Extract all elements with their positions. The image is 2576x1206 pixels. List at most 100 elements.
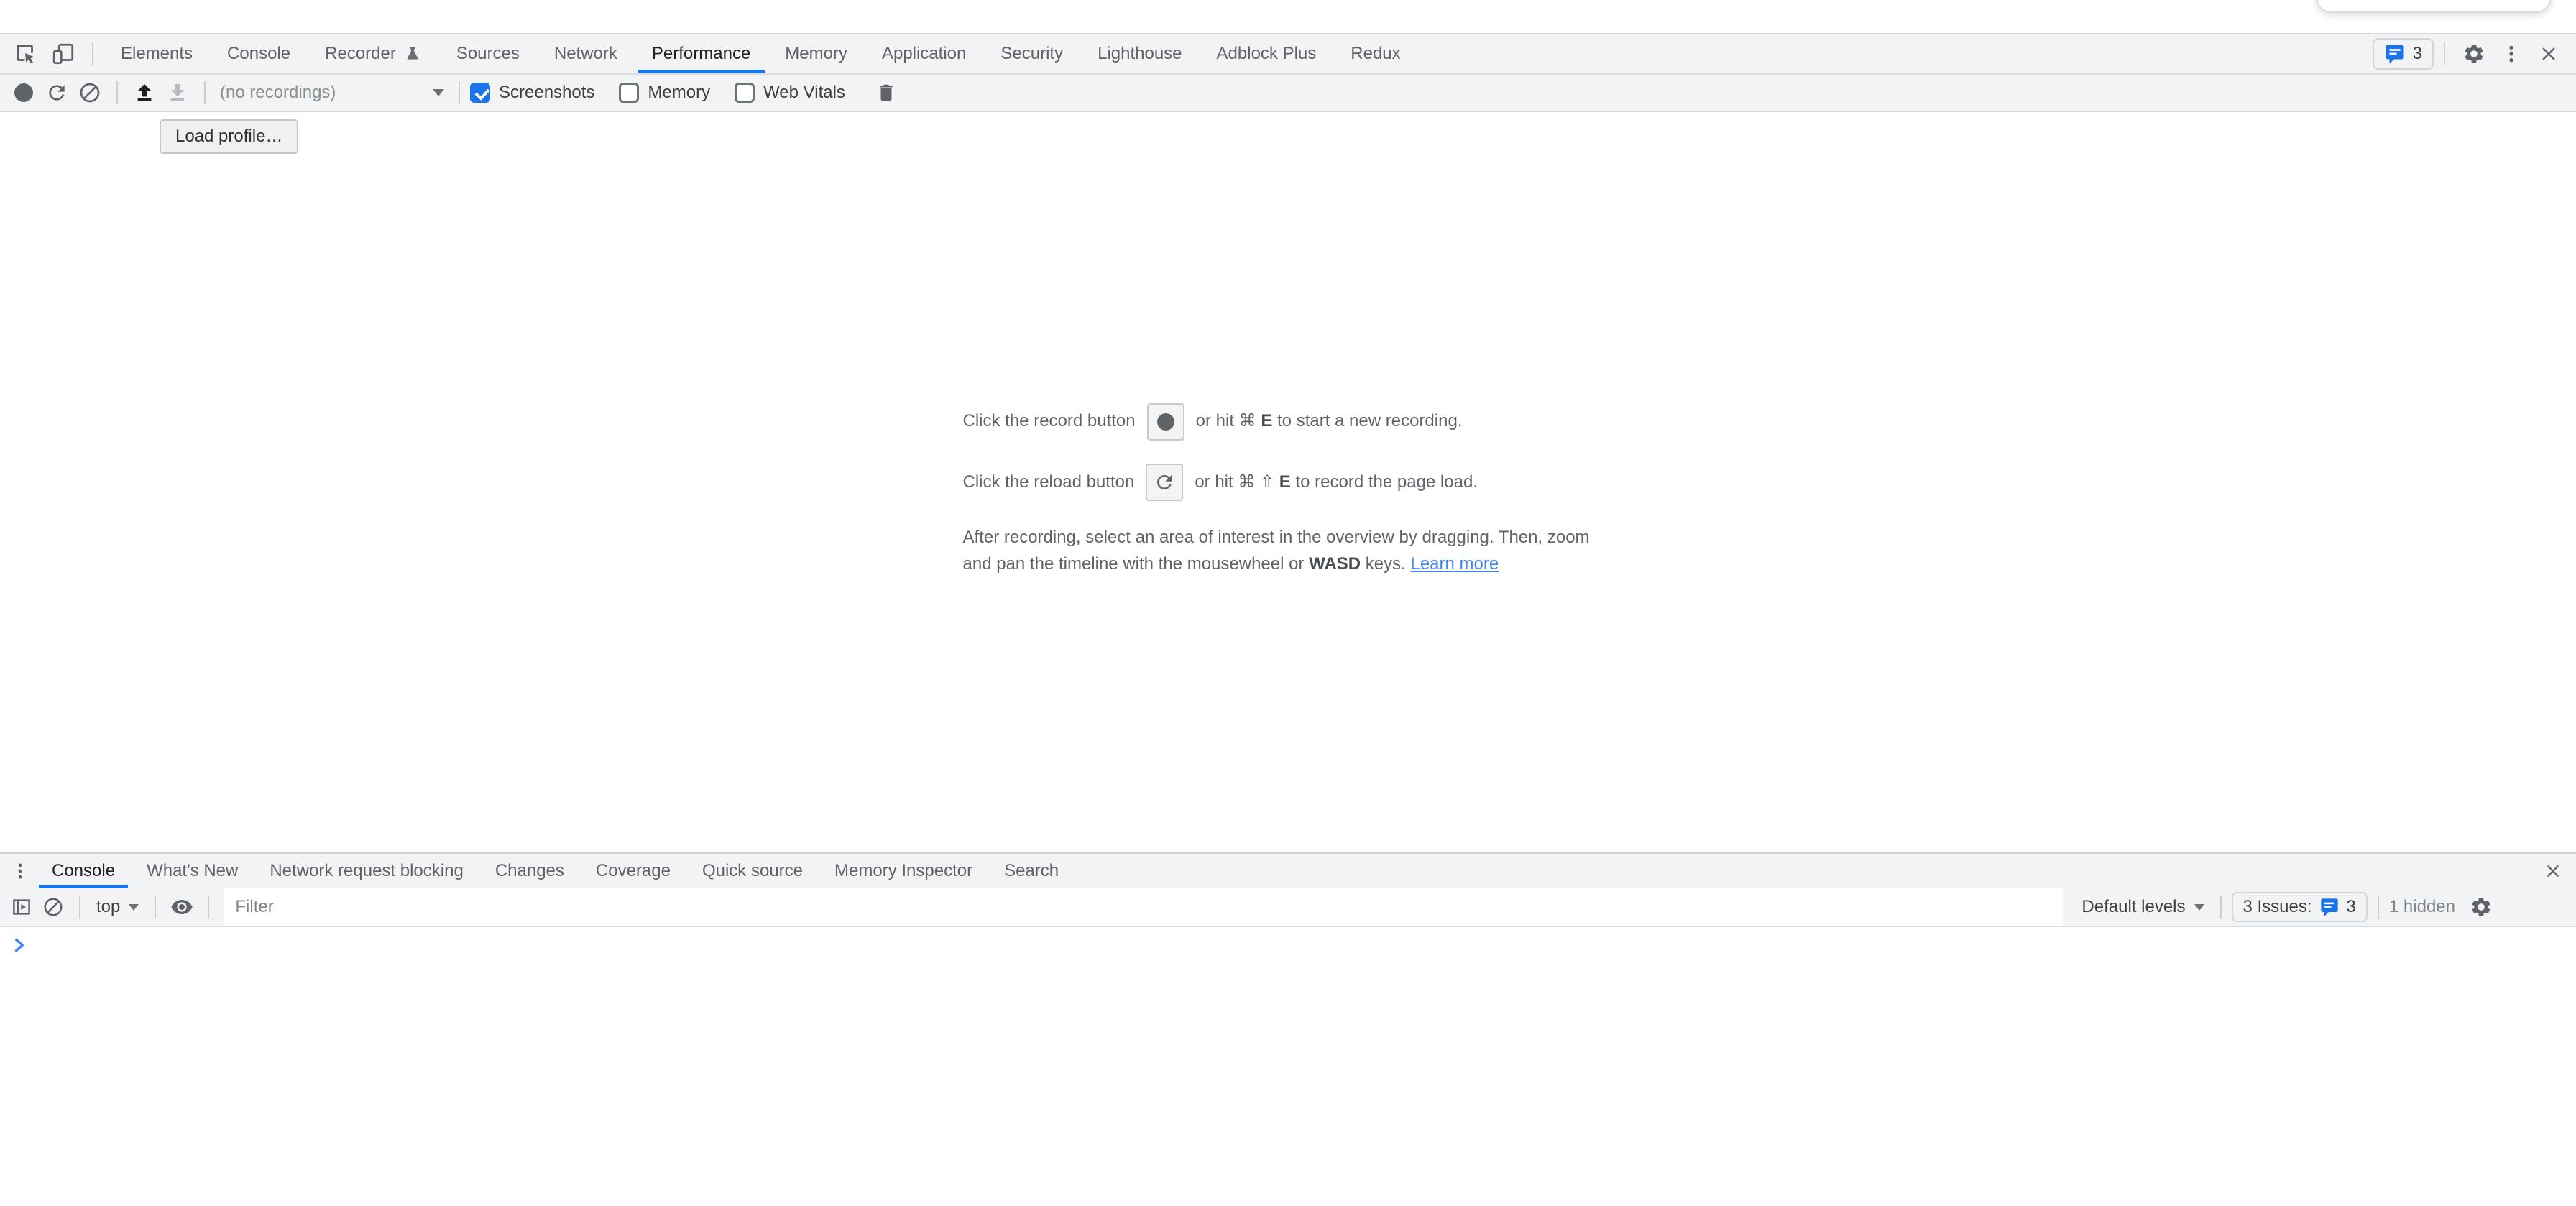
more-menu-icon [2501, 43, 2522, 65]
screenshots-checkbox[interactable]: Screenshots [470, 83, 594, 103]
console-toolbar: top Default levels 3 Issues: 3 [0, 888, 2576, 927]
reload-icon [1154, 471, 1175, 493]
delete-recording-button[interactable] [870, 76, 903, 109]
drawer-tab-changes[interactable]: Changes [479, 854, 580, 888]
eye-icon [170, 896, 193, 919]
issues-icon [2384, 43, 2406, 65]
tab-security[interactable]: Security [983, 34, 1080, 73]
log-levels-value: Default levels [2082, 897, 2185, 917]
separator [79, 896, 80, 919]
checkbox-checked-icon [470, 83, 490, 103]
checkbox-unchecked-icon [735, 83, 755, 103]
dropdown-caret-icon [129, 904, 139, 911]
separator [208, 896, 209, 919]
create-live-expression-button[interactable] [166, 891, 198, 923]
tab-redux[interactable]: Redux [1333, 34, 1417, 73]
inspect-element-button[interactable] [7, 34, 45, 73]
separator [2444, 42, 2445, 65]
clear-icon [78, 81, 101, 104]
drawer-tab-memory-inspector[interactable]: Memory Inspector [819, 854, 988, 888]
drawer-tab-whats-new[interactable]: What's New [131, 854, 254, 888]
issues-count: 3 [2413, 44, 2422, 64]
console-issues-button[interactable]: 3 Issues: 3 [2232, 892, 2368, 922]
tab-adblock-plus[interactable]: Adblock Plus [1200, 34, 1334, 73]
trash-icon [875, 82, 897, 103]
tab-lighthouse[interactable]: Lighthouse [1080, 34, 1199, 73]
context-value: top [96, 897, 120, 917]
record-button[interactable] [7, 76, 40, 109]
separator [92, 42, 93, 65]
tabbar-spacer [1418, 34, 2373, 73]
separator [116, 81, 118, 104]
save-profile-icon [166, 81, 189, 104]
shortcut-key: E [1261, 411, 1272, 431]
reload-icon [45, 81, 68, 104]
issues-counter-button[interactable]: 3 [2373, 38, 2434, 70]
record-instruction-line: Click the record buttonor hit ⌘ E to sta… [963, 402, 1614, 441]
drawer-menu-icon [10, 861, 30, 881]
close-drawer-button[interactable] [2537, 854, 2569, 888]
drawer-tab-search[interactable]: Search [988, 854, 1075, 888]
console-settings-button[interactable] [2465, 891, 2497, 923]
settings-button[interactable] [2455, 42, 2493, 65]
clear-recordings-button[interactable] [73, 76, 106, 109]
memory-checkbox[interactable]: Memory [619, 83, 710, 103]
device-toolbar-button[interactable] [45, 34, 82, 73]
devtools-window: Elements Console Recorder Sources Networ… [0, 0, 2576, 1206]
more-menu-button[interactable] [2493, 43, 2530, 65]
performance-panel-content: Click the record buttonor hit ⌘ E to sta… [0, 112, 2576, 852]
web-vitals-checkbox[interactable]: Web Vitals [735, 83, 845, 103]
browser-popup-fragment [2316, 0, 2552, 13]
issues-icon [2319, 897, 2340, 917]
separator [204, 81, 206, 104]
clear-console-button[interactable] [37, 891, 69, 923]
learn-more-link[interactable]: Learn more [1410, 554, 1499, 574]
usage-tip: After recording, select an area of inter… [963, 524, 1614, 577]
gear-icon [2462, 42, 2485, 65]
inspect-icon [14, 42, 38, 66]
tab-performance[interactable]: Performance [635, 34, 768, 73]
load-profile-button[interactable] [128, 76, 161, 109]
log-levels-select[interactable]: Default levels [2076, 897, 2209, 917]
tab-recorder[interactable]: Recorder [308, 34, 439, 73]
gear-icon [2470, 896, 2493, 919]
load-profile-tooltip: Load profile… [160, 119, 298, 154]
close-icon [2543, 861, 2563, 881]
separator [2220, 896, 2222, 919]
javascript-context-select[interactable]: top [91, 897, 144, 917]
reload-and-record-button[interactable] [40, 76, 73, 109]
web-vitals-label: Web Vitals [763, 83, 845, 103]
console-issues-count: 3 [2347, 897, 2356, 917]
shortcut-key: E [1279, 472, 1291, 492]
recordings-select[interactable]: (no recordings) [216, 83, 448, 103]
tab-elements[interactable]: Elements [104, 34, 210, 73]
drawer-tab-coverage[interactable]: Coverage [580, 854, 686, 888]
console-prompt-row[interactable] [0, 927, 2576, 954]
drawer-tab-console[interactable]: Console [36, 854, 131, 888]
checkbox-unchecked-icon [619, 83, 639, 103]
reload-instruction-line: Click the reload buttonor hit ⌘ ⇧ E to r… [963, 464, 1614, 502]
clear-icon [42, 896, 64, 918]
drawer-tabbar: Console What's New Network request block… [0, 852, 2576, 888]
recordings-select-value: (no recordings) [220, 83, 336, 103]
drawer-tabbar-spacer [1075, 854, 2537, 888]
tab-memory[interactable]: Memory [768, 34, 865, 73]
close-devtools-button[interactable] [2530, 43, 2567, 65]
save-profile-button[interactable] [161, 76, 194, 109]
console-sidebar-icon [11, 896, 32, 918]
load-profile-icon [133, 81, 156, 104]
tab-application[interactable]: Application [865, 34, 983, 73]
record-icon [1157, 413, 1174, 431]
tab-console[interactable]: Console [210, 34, 308, 73]
tab-network[interactable]: Network [537, 34, 635, 73]
console-filter-input[interactable] [224, 888, 2063, 926]
console-messages-area[interactable] [0, 927, 2576, 1206]
hidden-messages-label: 1 hidden [2389, 897, 2455, 917]
drawer-menu-button[interactable] [4, 854, 36, 888]
console-sidebar-toggle-button[interactable] [6, 891, 37, 923]
record-icon [14, 83, 33, 102]
tab-sources[interactable]: Sources [439, 34, 537, 73]
drawer-tab-quick-source[interactable]: Quick source [686, 854, 819, 888]
drawer-tab-network-request-blocking[interactable]: Network request blocking [254, 854, 479, 888]
separator [155, 896, 156, 919]
